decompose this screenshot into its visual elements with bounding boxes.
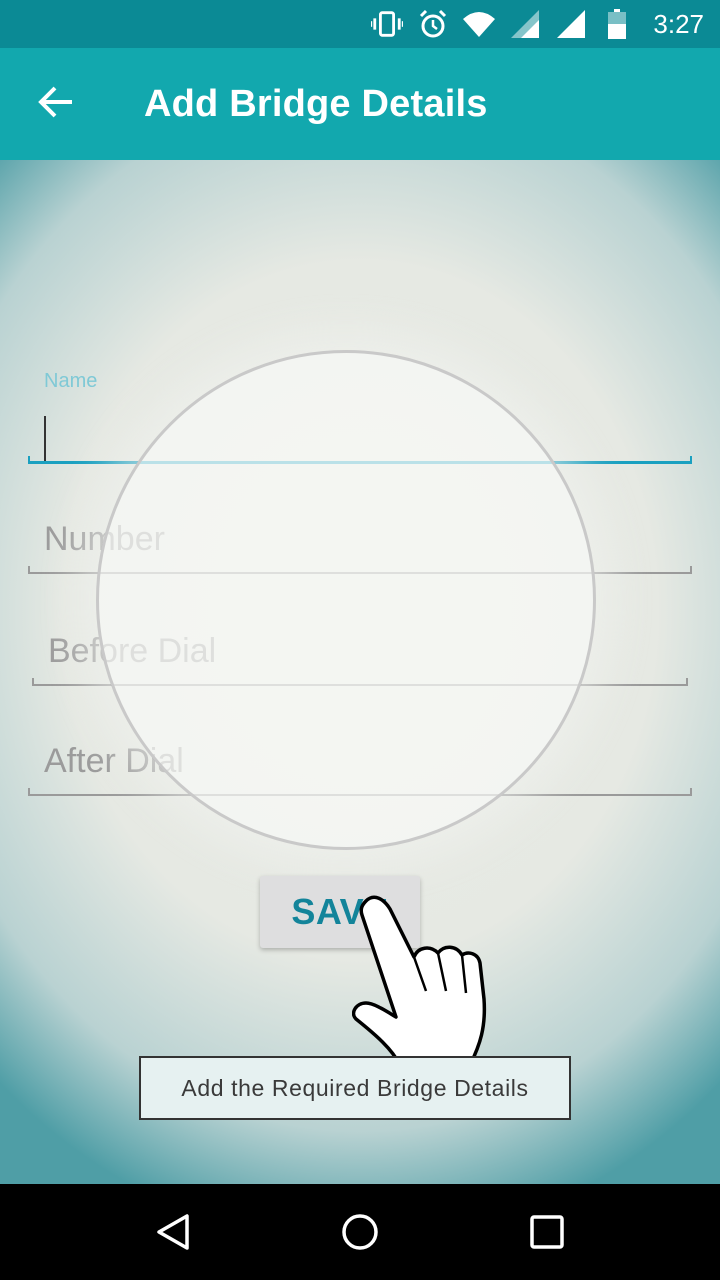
alarm-icon [417, 8, 449, 40]
status-bar: 3:27 [0, 0, 720, 48]
status-time: 3:27 [653, 8, 704, 39]
nav-home-button[interactable] [330, 1202, 390, 1262]
navigation-bar [0, 1184, 720, 1280]
page-title: Add Bridge Details [144, 82, 488, 125]
nav-recents-button[interactable] [517, 1202, 577, 1262]
arrow-left-icon [38, 86, 74, 123]
wifi-icon [463, 8, 496, 40]
tutorial-tooltip: Add the Required Bridge Details [139, 1056, 571, 1120]
text-cursor [44, 416, 46, 464]
battery-icon [601, 8, 633, 40]
nav-back-button[interactable] [143, 1202, 203, 1262]
app-bar: Add Bridge Details [0, 48, 720, 160]
tutorial-spotlight [96, 350, 596, 850]
back-button[interactable] [0, 48, 112, 160]
form-content: Name Number Before Dial After Dial SAVE … [0, 160, 720, 1184]
name-label: Name [44, 370, 98, 392]
back-triangle-icon [157, 1214, 190, 1250]
signal-icon [509, 8, 541, 40]
signal-icon [555, 8, 587, 40]
home-circle-icon [342, 1214, 378, 1250]
recents-square-icon [529, 1215, 564, 1249]
hand-pointer-icon [352, 895, 487, 1065]
vibrate-icon [371, 8, 404, 40]
